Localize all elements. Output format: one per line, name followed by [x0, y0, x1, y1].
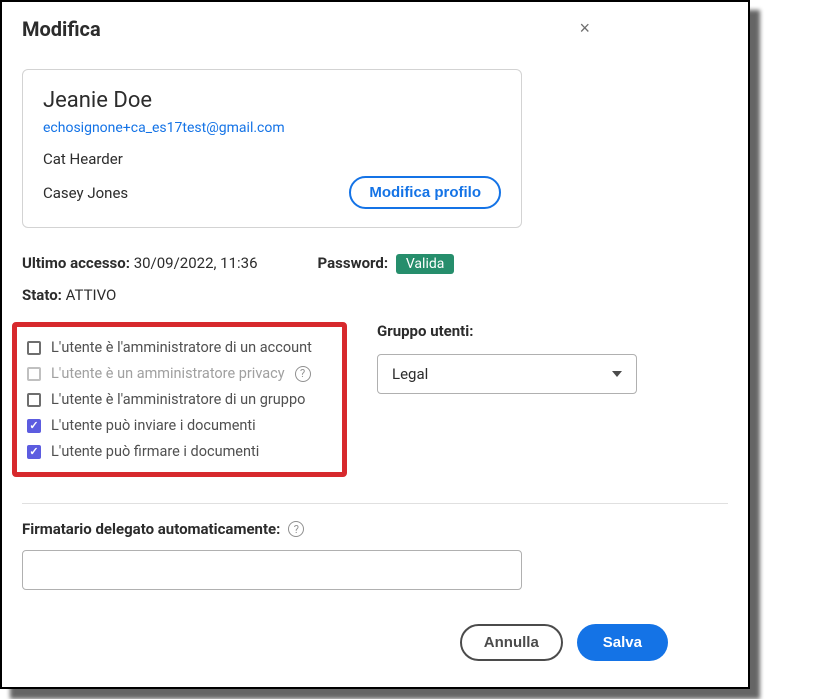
state-label: Stato: [22, 286, 62, 304]
delegate-input[interactable] [22, 550, 522, 590]
permission-label: L'utente è un amministratore privacy [51, 365, 285, 382]
user-group-label: Gruppo utenti: [377, 322, 637, 340]
permission-checkbox[interactable] [27, 419, 41, 433]
meta-row: Ultimo accesso: 30/09/2022, 11:36 Passwo… [22, 254, 728, 272]
permission-checkbox [27, 367, 41, 381]
state-value: ATTIVO [66, 286, 117, 304]
cancel-button[interactable]: Annulla [460, 624, 563, 661]
permission-row: L'utente è l'amministratore di un gruppo [27, 391, 328, 408]
permission-row: L'utente può inviare i documenti [27, 417, 328, 434]
last-access: Ultimo accesso: 30/09/2022, 11:36 [22, 254, 258, 272]
user-group-select[interactable]: Legal [377, 354, 637, 394]
profile-name: Jeanie Doe [43, 88, 501, 113]
help-icon[interactable]: ? [288, 521, 304, 537]
permission-row: L'utente è un amministratore privacy? [27, 365, 328, 382]
close-button[interactable]: × [571, 14, 598, 43]
delegate-row: Firmatario delegato automaticamente: ? [22, 520, 728, 538]
last-access-value: 30/09/2022, 11:36 [134, 254, 258, 272]
permission-checkbox[interactable] [27, 445, 41, 459]
profile-company: Casey Jones [43, 184, 128, 202]
permissions-box: L'utente è l'amministratore di un accoun… [12, 322, 347, 477]
permission-row: L'utente è l'amministratore di un accoun… [27, 339, 328, 356]
permission-label: L'utente è l'amministratore di un accoun… [51, 339, 312, 356]
permission-label: L'utente può firmare i documenti [51, 443, 259, 460]
password-badge: Valida [396, 254, 455, 274]
divider [22, 503, 728, 504]
edit-profile-button[interactable]: Modifica profilo [349, 176, 501, 209]
modal-footer: Annulla Salva [22, 624, 728, 667]
user-group-selected: Legal [392, 365, 428, 383]
password-label: Password: [318, 254, 389, 272]
modal-content: Jeanie Doe echosignone+ca_es17test@gmail… [2, 69, 748, 687]
state-row: Stato: ATTIVO [22, 286, 728, 304]
modal-header: Modifica × [2, 2, 748, 55]
password-status: Password: Valida [318, 254, 455, 272]
permission-label: L'utente può inviare i documenti [51, 417, 256, 434]
profile-card: Jeanie Doe echosignone+ca_es17test@gmail… [22, 69, 522, 228]
save-button[interactable]: Salva [577, 624, 668, 661]
permission-checkbox[interactable] [27, 341, 41, 355]
permission-row: L'utente può firmare i documenti [27, 443, 328, 460]
modal-title: Modifica [22, 17, 101, 41]
profile-title: Cat Hearder [43, 150, 501, 168]
permission-checkbox[interactable] [27, 393, 41, 407]
last-access-label: Ultimo accesso: [22, 254, 130, 272]
permission-label: L'utente è l'amministratore di un gruppo [51, 391, 305, 408]
delegate-label: Firmatario delegato automaticamente: [22, 520, 280, 538]
user-group-column: Gruppo utenti: Legal [377, 322, 637, 394]
profile-email-link[interactable]: echosignone+ca_es17test@gmail.com [43, 120, 285, 136]
edit-user-modal: Modifica × Jeanie Doe echosignone+ca_es1… [0, 0, 750, 689]
help-icon[interactable]: ? [295, 366, 311, 382]
chevron-down-icon [612, 371, 622, 377]
